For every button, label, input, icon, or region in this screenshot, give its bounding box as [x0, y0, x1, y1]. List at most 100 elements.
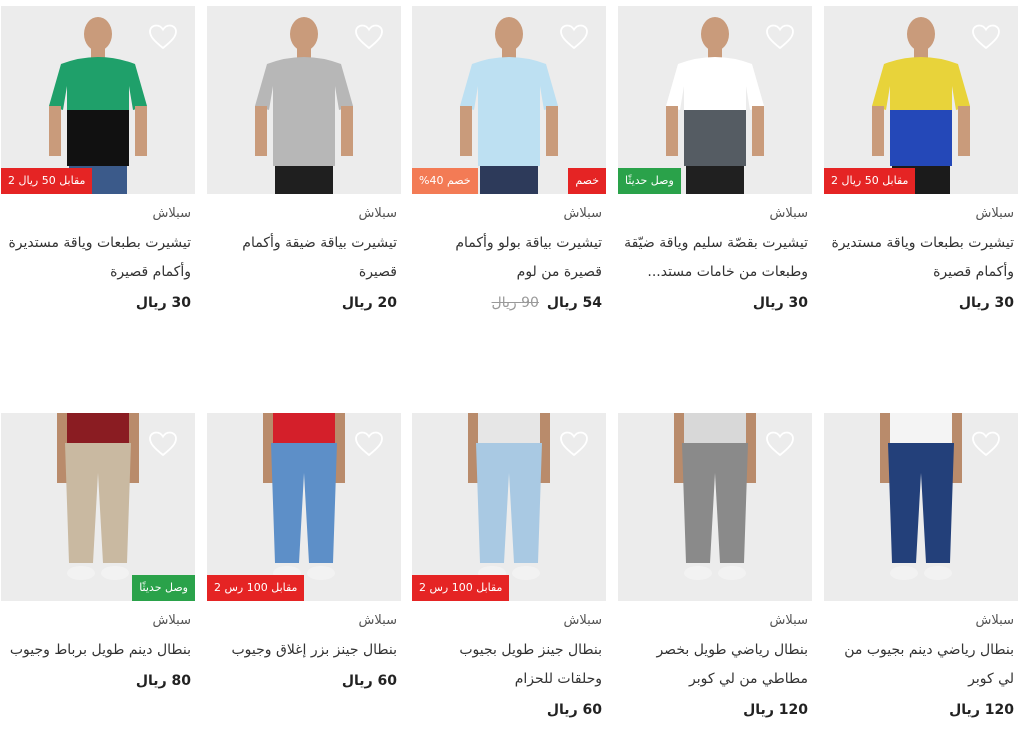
- product-title[interactable]: تيشيرت بياقة ضيقة وأكمام قصيرة: [211, 229, 397, 287]
- product-info: سبلاش بنطال جينز طويل بجيوب وحلقات للحزا…: [412, 601, 606, 720]
- product-info: سبلاش بنطال رياضي دينم بجيوب من لي كوبر …: [824, 601, 1018, 720]
- heart-outline-icon[interactable]: [560, 24, 588, 50]
- product-info: سبلاش بنطال دينم طويل برباط وجيوب 80 ريا…: [1, 601, 195, 691]
- product-title[interactable]: تيشيرت بطبعات وياقة مستديرة وأكمام قصيرة: [5, 229, 191, 287]
- current-price: 80 ريال: [135, 673, 191, 689]
- product-info: سبلاش تيشيرت بقصّة سليم وياقة ضيّقة وطبع…: [618, 194, 812, 313]
- heart-outline-icon[interactable]: [149, 24, 177, 50]
- product-brand[interactable]: سبلاش: [622, 204, 808, 224]
- product-info: سبلاش بنطال جينز بزر إغلاق وجيوب 60 ريال: [207, 601, 401, 691]
- heart-outline-icon[interactable]: [972, 24, 1000, 50]
- product-price: 30 ريال: [5, 293, 191, 313]
- product-title[interactable]: بنطال رياضي دينم بجيوب من لي كوبر: [828, 636, 1014, 694]
- heart-outline-icon[interactable]: [355, 24, 383, 50]
- product-card-3[interactable]: %40 خصم خصم سبلاش تيشيرت بياقة بولو وأكما…: [412, 6, 606, 313]
- product-price: 120 ريال: [622, 700, 808, 720]
- product-image[interactable]: 2 مقابل 100 رس: [207, 413, 401, 601]
- product-price: 80 ريال: [5, 671, 191, 691]
- product-title[interactable]: بنطال رياضي طويل بخصر مطاطي من لي كوبر: [622, 636, 808, 694]
- badge-area: 2 مقابل 50 ريال: [1, 168, 195, 194]
- product-card-4[interactable]: سبلاش تيشيرت بياقة ضيقة وأكمام قصيرة 20 …: [207, 6, 401, 313]
- product-card-6[interactable]: سبلاش بنطال رياضي دينم بجيوب من لي كوبر …: [824, 413, 1018, 720]
- current-price: 60 ريال: [546, 702, 602, 718]
- product-brand[interactable]: سبلاش: [622, 611, 808, 631]
- product-info: سبلاش بنطال رياضي طويل بخصر مطاطي من لي …: [618, 601, 812, 720]
- product-card-2[interactable]: وصل حديثًا سبلاش تيشيرت بقصّة سليم وياقة…: [618, 6, 812, 313]
- product-badge: 2 مقابل 50 ريال: [1, 168, 93, 194]
- product-price: 30 ريال: [828, 293, 1014, 313]
- product-brand[interactable]: سبلاش: [828, 611, 1014, 631]
- current-price: 30 ريال: [958, 295, 1014, 311]
- product-title[interactable]: بنطال دينم طويل برباط وجيوب: [5, 636, 191, 665]
- product-info: سبلاش تيشيرت بياقة ضيقة وأكمام قصيرة 20 …: [207, 194, 401, 313]
- product-card-7[interactable]: سبلاش بنطال رياضي طويل بخصر مطاطي من لي …: [618, 413, 812, 720]
- product-title[interactable]: تيشيرت بياقة بولو وأكمام قصيرة من لوم: [416, 229, 602, 287]
- badge-area: وصل حديثًا: [618, 168, 812, 194]
- product-brand[interactable]: سبلاش: [211, 204, 397, 224]
- product-badge: وصل حديثًا: [132, 575, 195, 601]
- product-card-5[interactable]: 2 مقابل 50 ريال سبلاش تيشيرت بطبعات وياق…: [1, 6, 195, 313]
- product-badge: 2 مقابل 50 ريال: [824, 168, 916, 194]
- product-image[interactable]: [618, 413, 812, 601]
- heart-outline-icon[interactable]: [972, 431, 1000, 457]
- badge-area: 2 مقابل 100 رس: [207, 575, 401, 601]
- product-image[interactable]: وصل حديثًا: [1, 413, 195, 601]
- product-badge: %40 خصم: [412, 168, 478, 194]
- product-price: 60 ريال: [416, 700, 602, 720]
- current-price: 60 ريال: [341, 673, 397, 689]
- product-brand[interactable]: سبلاش: [416, 611, 602, 631]
- product-title[interactable]: بنطال جينز بزر إغلاق وجيوب: [211, 636, 397, 665]
- product-badge: خصم: [568, 168, 606, 194]
- product-info: سبلاش تيشيرت بياقة بولو وأكمام قصيرة من …: [412, 194, 606, 313]
- product-badge: 2 مقابل 100 رس: [412, 575, 510, 601]
- current-price: 30 ريال: [135, 295, 191, 311]
- product-brand[interactable]: سبلاش: [828, 204, 1014, 224]
- product-brand[interactable]: سبلاش: [211, 611, 397, 631]
- product-price: 120 ريال: [828, 700, 1014, 720]
- heart-outline-icon[interactable]: [149, 431, 177, 457]
- current-price: 54 ريال: [546, 295, 602, 311]
- badge-area: [207, 168, 401, 194]
- product-image[interactable]: %40 خصم خصم: [412, 6, 606, 194]
- current-price: 30 ريال: [752, 295, 808, 311]
- product-title[interactable]: تيشيرت بطبعات وياقة مستديرة وأكمام قصيرة: [828, 229, 1014, 287]
- product-price: 54 ريال 90 ريال: [416, 293, 602, 313]
- heart-outline-icon[interactable]: [355, 431, 383, 457]
- product-price: 60 ريال: [211, 671, 397, 691]
- product-image[interactable]: 2 مقابل 50 ريال: [824, 6, 1018, 194]
- heart-outline-icon[interactable]: [766, 431, 794, 457]
- current-price: 120 ريال: [949, 702, 1014, 718]
- current-price: 120 ريال: [743, 702, 808, 718]
- product-card-8[interactable]: 2 مقابل 100 رس سبلاش بنطال جينز طويل بجي…: [412, 413, 606, 720]
- badge-area: %40 خصم خصم: [412, 168, 606, 194]
- badge-area: [618, 575, 812, 601]
- product-image[interactable]: 2 مقابل 50 ريال: [1, 6, 195, 194]
- product-card-1[interactable]: 2 مقابل 50 ريال سبلاش تيشيرت بطبعات وياق…: [824, 6, 1018, 313]
- badge-area: وصل حديثًا: [1, 575, 195, 601]
- product-price: 30 ريال: [622, 293, 808, 313]
- product-image[interactable]: 2 مقابل 100 رس: [412, 413, 606, 601]
- product-price: 20 ريال: [211, 293, 397, 313]
- product-info: سبلاش تيشيرت بطبعات وياقة مستديرة وأكمام…: [1, 194, 195, 313]
- current-price: 20 ريال: [341, 295, 397, 311]
- product-card-9[interactable]: 2 مقابل 100 رس سبلاش بنطال جينز بزر إغلا…: [207, 413, 401, 691]
- product-badge: 2 مقابل 100 رس: [207, 575, 305, 601]
- product-brand[interactable]: سبلاش: [5, 611, 191, 631]
- product-image[interactable]: [824, 413, 1018, 601]
- badge-area: 2 مقابل 100 رس: [412, 575, 606, 601]
- product-grid: 2 مقابل 50 ريال سبلاش تيشيرت بطبعات وياق…: [0, 0, 1018, 730]
- product-image[interactable]: [207, 6, 401, 194]
- product-image[interactable]: وصل حديثًا: [618, 6, 812, 194]
- product-title[interactable]: بنطال جينز طويل بجيوب وحلقات للحزام: [416, 636, 602, 694]
- product-badge: وصل حديثًا: [618, 168, 681, 194]
- product-info: سبلاش تيشيرت بطبعات وياقة مستديرة وأكمام…: [824, 194, 1018, 313]
- product-card-10[interactable]: وصل حديثًا سبلاش بنطال دينم طويل برباط و…: [1, 413, 195, 691]
- product-brand[interactable]: سبلاش: [5, 204, 191, 224]
- badge-area: [824, 575, 1018, 601]
- old-price: 90 ريال: [491, 295, 539, 311]
- heart-outline-icon[interactable]: [560, 431, 588, 457]
- badge-area: 2 مقابل 50 ريال: [824, 168, 1018, 194]
- product-brand[interactable]: سبلاش: [416, 204, 602, 224]
- heart-outline-icon[interactable]: [766, 24, 794, 50]
- product-title[interactable]: تيشيرت بقصّة سليم وياقة ضيّقة وطبعات من …: [622, 229, 808, 287]
